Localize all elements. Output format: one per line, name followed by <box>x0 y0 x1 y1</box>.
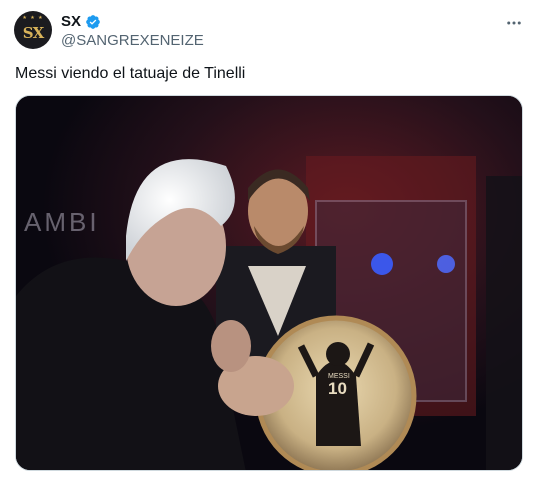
jersey-number: 10 <box>328 379 347 398</box>
avatar[interactable]: ★ ★ ★ SX <box>14 11 52 49</box>
background-letters: AMBI <box>24 207 100 237</box>
tweet-video[interactable]: AMBI 10 MESSI <box>15 95 523 471</box>
author-name-row[interactable]: SX <box>61 13 101 31</box>
jersey-name: MESSI <box>328 373 350 380</box>
author-display-name[interactable]: SX <box>61 13 81 31</box>
author-handle[interactable]: @SANGREXENEIZE <box>61 32 204 50</box>
more-options-icon[interactable] <box>503 14 525 32</box>
avatar-monogram: SX <box>22 23 45 42</box>
tweet-card[interactable]: ★ ★ ★ SX SX @SANGREXENEIZE Messi viendo … <box>0 0 537 482</box>
verified-badge-icon <box>86 15 100 29</box>
video-frame: AMBI 10 MESSI <box>16 96 522 470</box>
tweet-text: Messi viendo el tatuaje de Tinelli <box>15 65 246 82</box>
avatar-stars: ★ ★ ★ <box>22 15 44 21</box>
